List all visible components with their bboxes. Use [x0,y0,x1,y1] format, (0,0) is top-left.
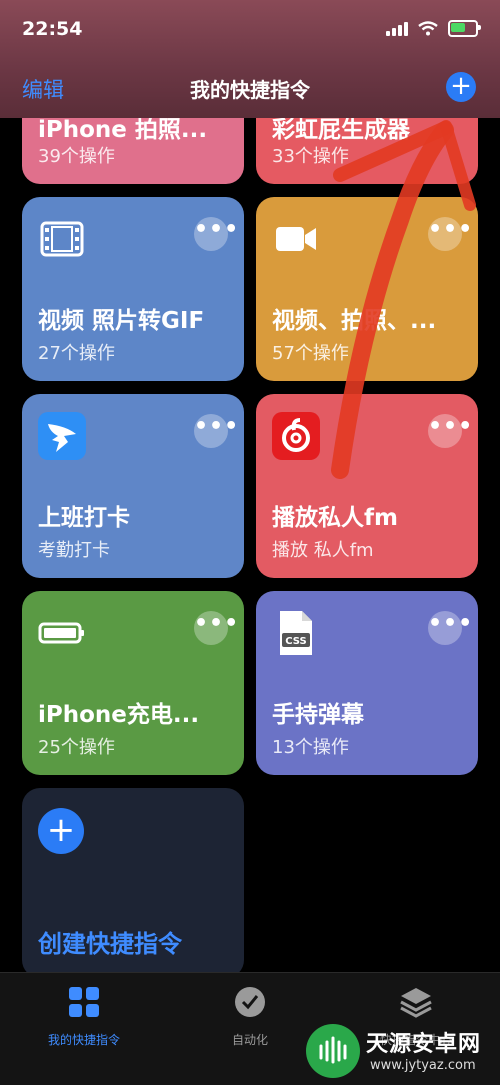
shortcut-card-handheld-danmaku[interactable]: CSS ••• 手持弹幕 13个操作 [256,591,478,775]
cellular-signal-icon [386,21,408,36]
create-shortcut-card[interactable]: + 创建快捷指令 [22,788,244,978]
plus-icon: + [38,808,84,854]
grid-icon [69,987,99,1017]
create-shortcut-label: 创建快捷指令 [38,930,182,958]
wifi-icon [418,21,438,36]
status-time: 22:54 [22,18,83,40]
card-title: 视频 照片转GIF [38,308,205,334]
status-icons [386,20,481,37]
tab-label: 自动化 [231,1033,268,1047]
card-title: 上班打卡 [38,505,130,531]
layers-icon [400,988,432,1018]
add-shortcut-button[interactable]: + [446,72,476,102]
tab-automation[interactable]: 自动化 [180,985,320,1048]
netease-music-icon [272,412,320,460]
watermark-name: 天源安卓网 [366,1032,482,1057]
clock-check-icon [235,987,265,1017]
more-options-button[interactable]: ••• [194,414,238,448]
card-subtitle: 57个操作 [272,343,349,364]
shortcut-card-iphone-charge[interactable]: ••• iPhone充电... 25个操作 [22,591,244,775]
dingtalk-icon [38,412,86,460]
shortcut-card-private-fm[interactable]: ••• 播放私人fm 播放 私人fm [256,394,478,578]
card-subtitle: 27个操作 [38,343,115,364]
card-subtitle: 播放 私人fm [272,540,374,561]
card-title: 视频、拍照、... [272,308,437,334]
shortcut-card-video-photo[interactable]: ••• 视频、拍照、... 57个操作 [256,197,478,381]
card-title: iPhone充电... [38,702,200,728]
video-camera-icon [276,227,316,251]
tab-my-shortcuts[interactable]: 我的快捷指令 [14,985,154,1048]
more-options-button[interactable]: ••• [194,217,238,251]
more-options-button[interactable]: ••• [428,611,472,645]
card-subtitle: 13个操作 [272,737,349,758]
page-title: 我的快捷指令 [190,78,310,102]
card-subtitle: 39个操作 [38,146,115,167]
film-icon [40,221,84,257]
watermark-url: www.jytyaz.com [370,1058,476,1073]
css-file-icon: CSS [280,611,312,655]
more-options-button[interactable]: ••• [194,611,238,645]
svg-text:CSS: CSS [285,636,306,647]
card-title: 播放私人fm [272,505,398,531]
watermark-logo-icon [306,1024,360,1078]
shortcut-card-clock-in[interactable]: ••• 上班打卡 考勤打卡 [22,394,244,578]
shortcut-card-video-gif[interactable]: ••• 视频 照片转GIF 27个操作 [22,197,244,381]
more-options-button[interactable]: ••• [428,414,472,448]
more-options-button[interactable]: ••• [428,217,472,251]
battery-icon [448,20,481,37]
card-subtitle: 33个操作 [272,146,349,167]
tab-label: 我的快捷指令 [47,1033,120,1047]
card-title: 手持弹幕 [272,702,364,728]
card-subtitle: 考勤打卡 [38,540,110,561]
battery-icon [38,622,84,644]
card-subtitle: 25个操作 [38,737,115,758]
navigation-bar: 22:54 编辑 我的快捷指令 + [0,0,500,118]
watermark: 天源安卓网 www.jytyaz.com [300,1020,500,1084]
